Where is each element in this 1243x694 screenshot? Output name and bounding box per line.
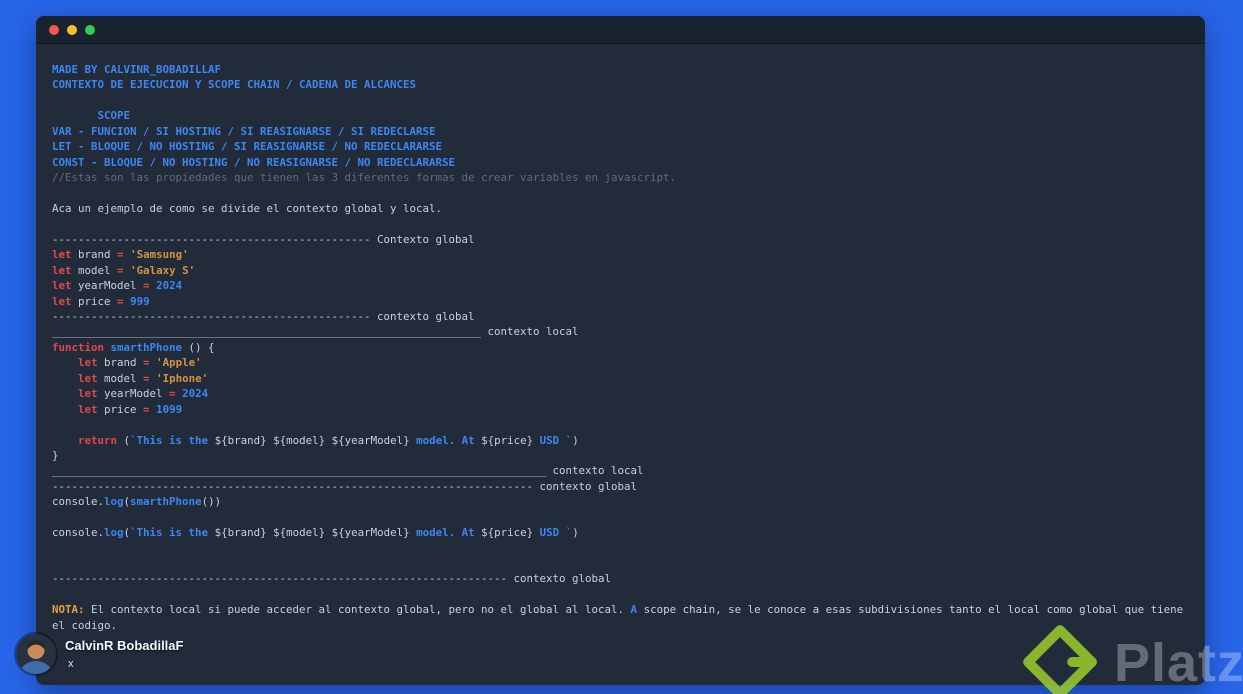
code-line: let model = 'Galaxy S' <box>52 263 196 277</box>
code-line: CONTEXTO DE EJECUCION Y SCOPE CHAIN / CA… <box>52 78 417 92</box>
code-line: LET - BLOQUE / NO HOSTING / SI REASIGNAR… <box>52 140 443 154</box>
presenter-subtext: x <box>68 658 74 670</box>
code-line: ________________________________________… <box>52 464 644 478</box>
code-line: console.log(`This is the ${brand} ${mode… <box>52 526 579 540</box>
presenter-avatar <box>16 634 56 674</box>
code-line: SCOPE <box>52 109 131 123</box>
code-line: ----------------------------------------… <box>52 232 475 246</box>
code-line: return (`This is the ${brand} ${model} $… <box>78 433 579 447</box>
code-line: MADE BY CALVINR_BOBADILLAF <box>52 63 222 76</box>
code-line: let brand = 'Samsung' <box>52 248 189 262</box>
avatar-photo-icon <box>16 634 56 674</box>
presenter-name: CalvinR BobadillaF <box>65 638 184 653</box>
code-line: let price = 999 <box>52 294 150 308</box>
desktop-background: MADE BY CALVINR_BOBADILLAF CONTEXTO DE EJ… <box>0 0 1243 694</box>
code-line: CONST - BLOQUE / NO HOSTING / NO REASIGN… <box>52 155 456 169</box>
close-window-icon[interactable] <box>49 24 59 35</box>
code-line: let model = 'Iphone' <box>78 371 209 385</box>
code-line: VAR - FUNCION / SI HOSTING / SI REASIGNA… <box>52 124 436 138</box>
code-line: NOTA: El contexto local si puede acceder… <box>52 603 1184 617</box>
code-line: console.log(smarthPhone()) <box>52 495 222 509</box>
code-line: let yearModel = 2024 <box>52 279 183 293</box>
code-line: ----------------------------------------… <box>52 572 612 586</box>
code-line: //Estas son las propiedades que tienen l… <box>52 171 677 185</box>
code-line: let brand = 'Apple' <box>78 356 202 370</box>
code-line: el codigo. <box>52 618 118 632</box>
code-line: ________________________________________… <box>52 325 579 339</box>
zoom-window-icon[interactable] <box>85 24 95 35</box>
presenter-overlay: CalvinR BobadillaF x <box>16 634 183 674</box>
minimize-window-icon[interactable] <box>67 24 77 35</box>
editor-window: MADE BY CALVINR_BOBADILLAF CONTEXTO DE EJ… <box>36 16 1205 685</box>
code-line: let price = 1099 <box>78 402 183 416</box>
code-line: ----------------------------------------… <box>52 479 638 493</box>
code-line: ----------------------------------------… <box>52 310 475 323</box>
code-line: } <box>52 448 59 462</box>
code-line: function smarthPhone () { <box>52 340 215 354</box>
code-line: Aca un ejemplo de como se divide el cont… <box>52 201 443 215</box>
code-line: let yearModel = 2024 <box>78 387 209 401</box>
code-editor[interactable]: MADE BY CALVINR_BOBADILLAF CONTEXTO DE EJ… <box>36 44 1205 633</box>
window-titlebar <box>36 16 1205 44</box>
